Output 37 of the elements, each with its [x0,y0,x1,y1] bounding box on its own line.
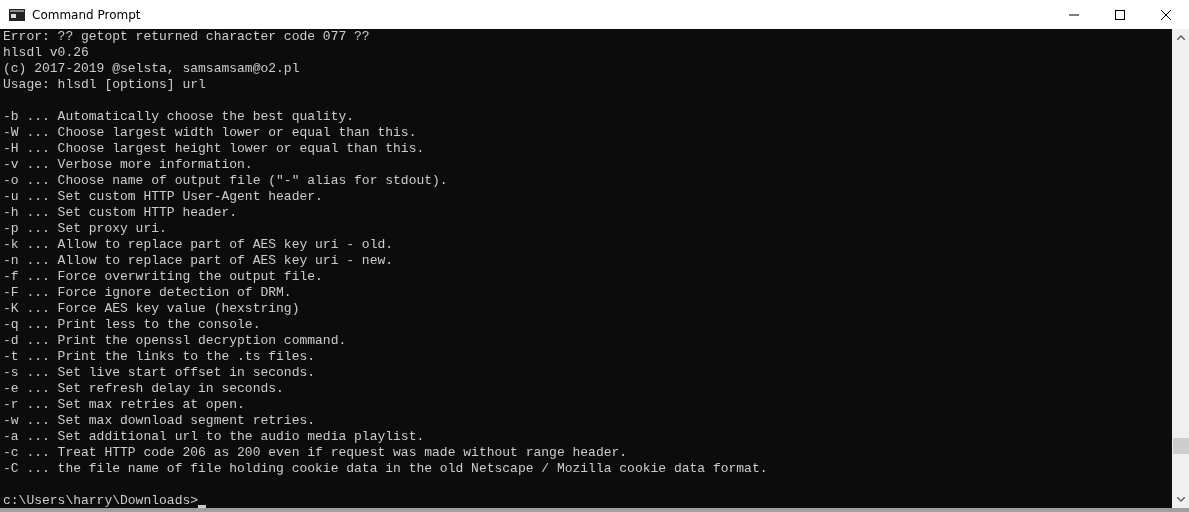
console-line: hlsdl v0.26 [3,45,90,61]
console-line: -W ... Choose largest width lower or equal than this. [3,125,418,141]
console-line: -n ... Allow to replace part of AES key uri - new. [3,253,395,269]
console-line: -h ... Set custom HTTP header. [3,205,239,221]
terminal-icon [9,8,25,21]
command-prompt[interactable]: c:\Users\harry\Downloads> [3,493,199,508]
console-line: -p ... Set proxy uri. [3,221,168,237]
console-line: -t ... Print the links to the .ts files. [3,349,317,365]
console-line: -d ... Print the openssl decryption command. [3,333,348,349]
console-line: Usage: hlsdl [options] url [3,77,207,93]
console-line: -C ... the file name of file holding cookie data in the old Netscape / Mozilla cookie data format. [3,461,769,477]
scrollbar[interactable] [1172,29,1189,508]
console-line: -s ... Set live start offset in seconds. [3,365,317,381]
text-cursor [198,505,207,508]
console-line: -H ... Choose largest height lower or equal than this. [3,141,426,157]
console-line: -f ... Force overwriting the output file. [3,269,324,285]
console-line: -c ... Treat HTTP code 206 as 200 even if request was made without range header. [3,445,629,461]
console-line: -a ... Set additional url to the audio media playlist. [3,429,426,445]
console-line: -r ... Set max retries at open. [3,397,246,413]
scrollbar-thumb[interactable] [1173,438,1189,454]
console-line: -F ... Force ignore detection of DRM. [3,285,293,301]
close-icon [1161,9,1171,20]
console-line: -v ... Verbose more information. [3,157,254,173]
console-line: -u ... Set custom HTTP User-Agent header. [3,189,324,205]
console-line: -K ... Force AES key value (hexstring) [3,301,301,317]
scroll-down-icon[interactable] [1176,497,1185,502]
maximize-icon [1115,9,1125,20]
console-line: -q ... Print less to the console. [3,317,262,333]
console-line: -b ... Automatically choose the best quality. [3,109,356,125]
scroll-up-icon[interactable] [1176,35,1185,40]
console-line: -k ... Allow to replace part of AES key uri - old. [3,237,395,253]
window-title: Command Prompt [32,7,141,22]
console-line: (c) 2017-2019 @selsta, samsamsam@o2.pl [3,61,301,77]
console-line: Error: ?? getopt returned character code 077 ?? [3,29,371,45]
console-line: -o ... Choose name of output file ("-" alias for stdout). [3,173,449,189]
console-line: -w ... Set max download segment retries. [3,413,317,429]
console-line: -e ... Set refresh delay in seconds. [3,381,285,397]
